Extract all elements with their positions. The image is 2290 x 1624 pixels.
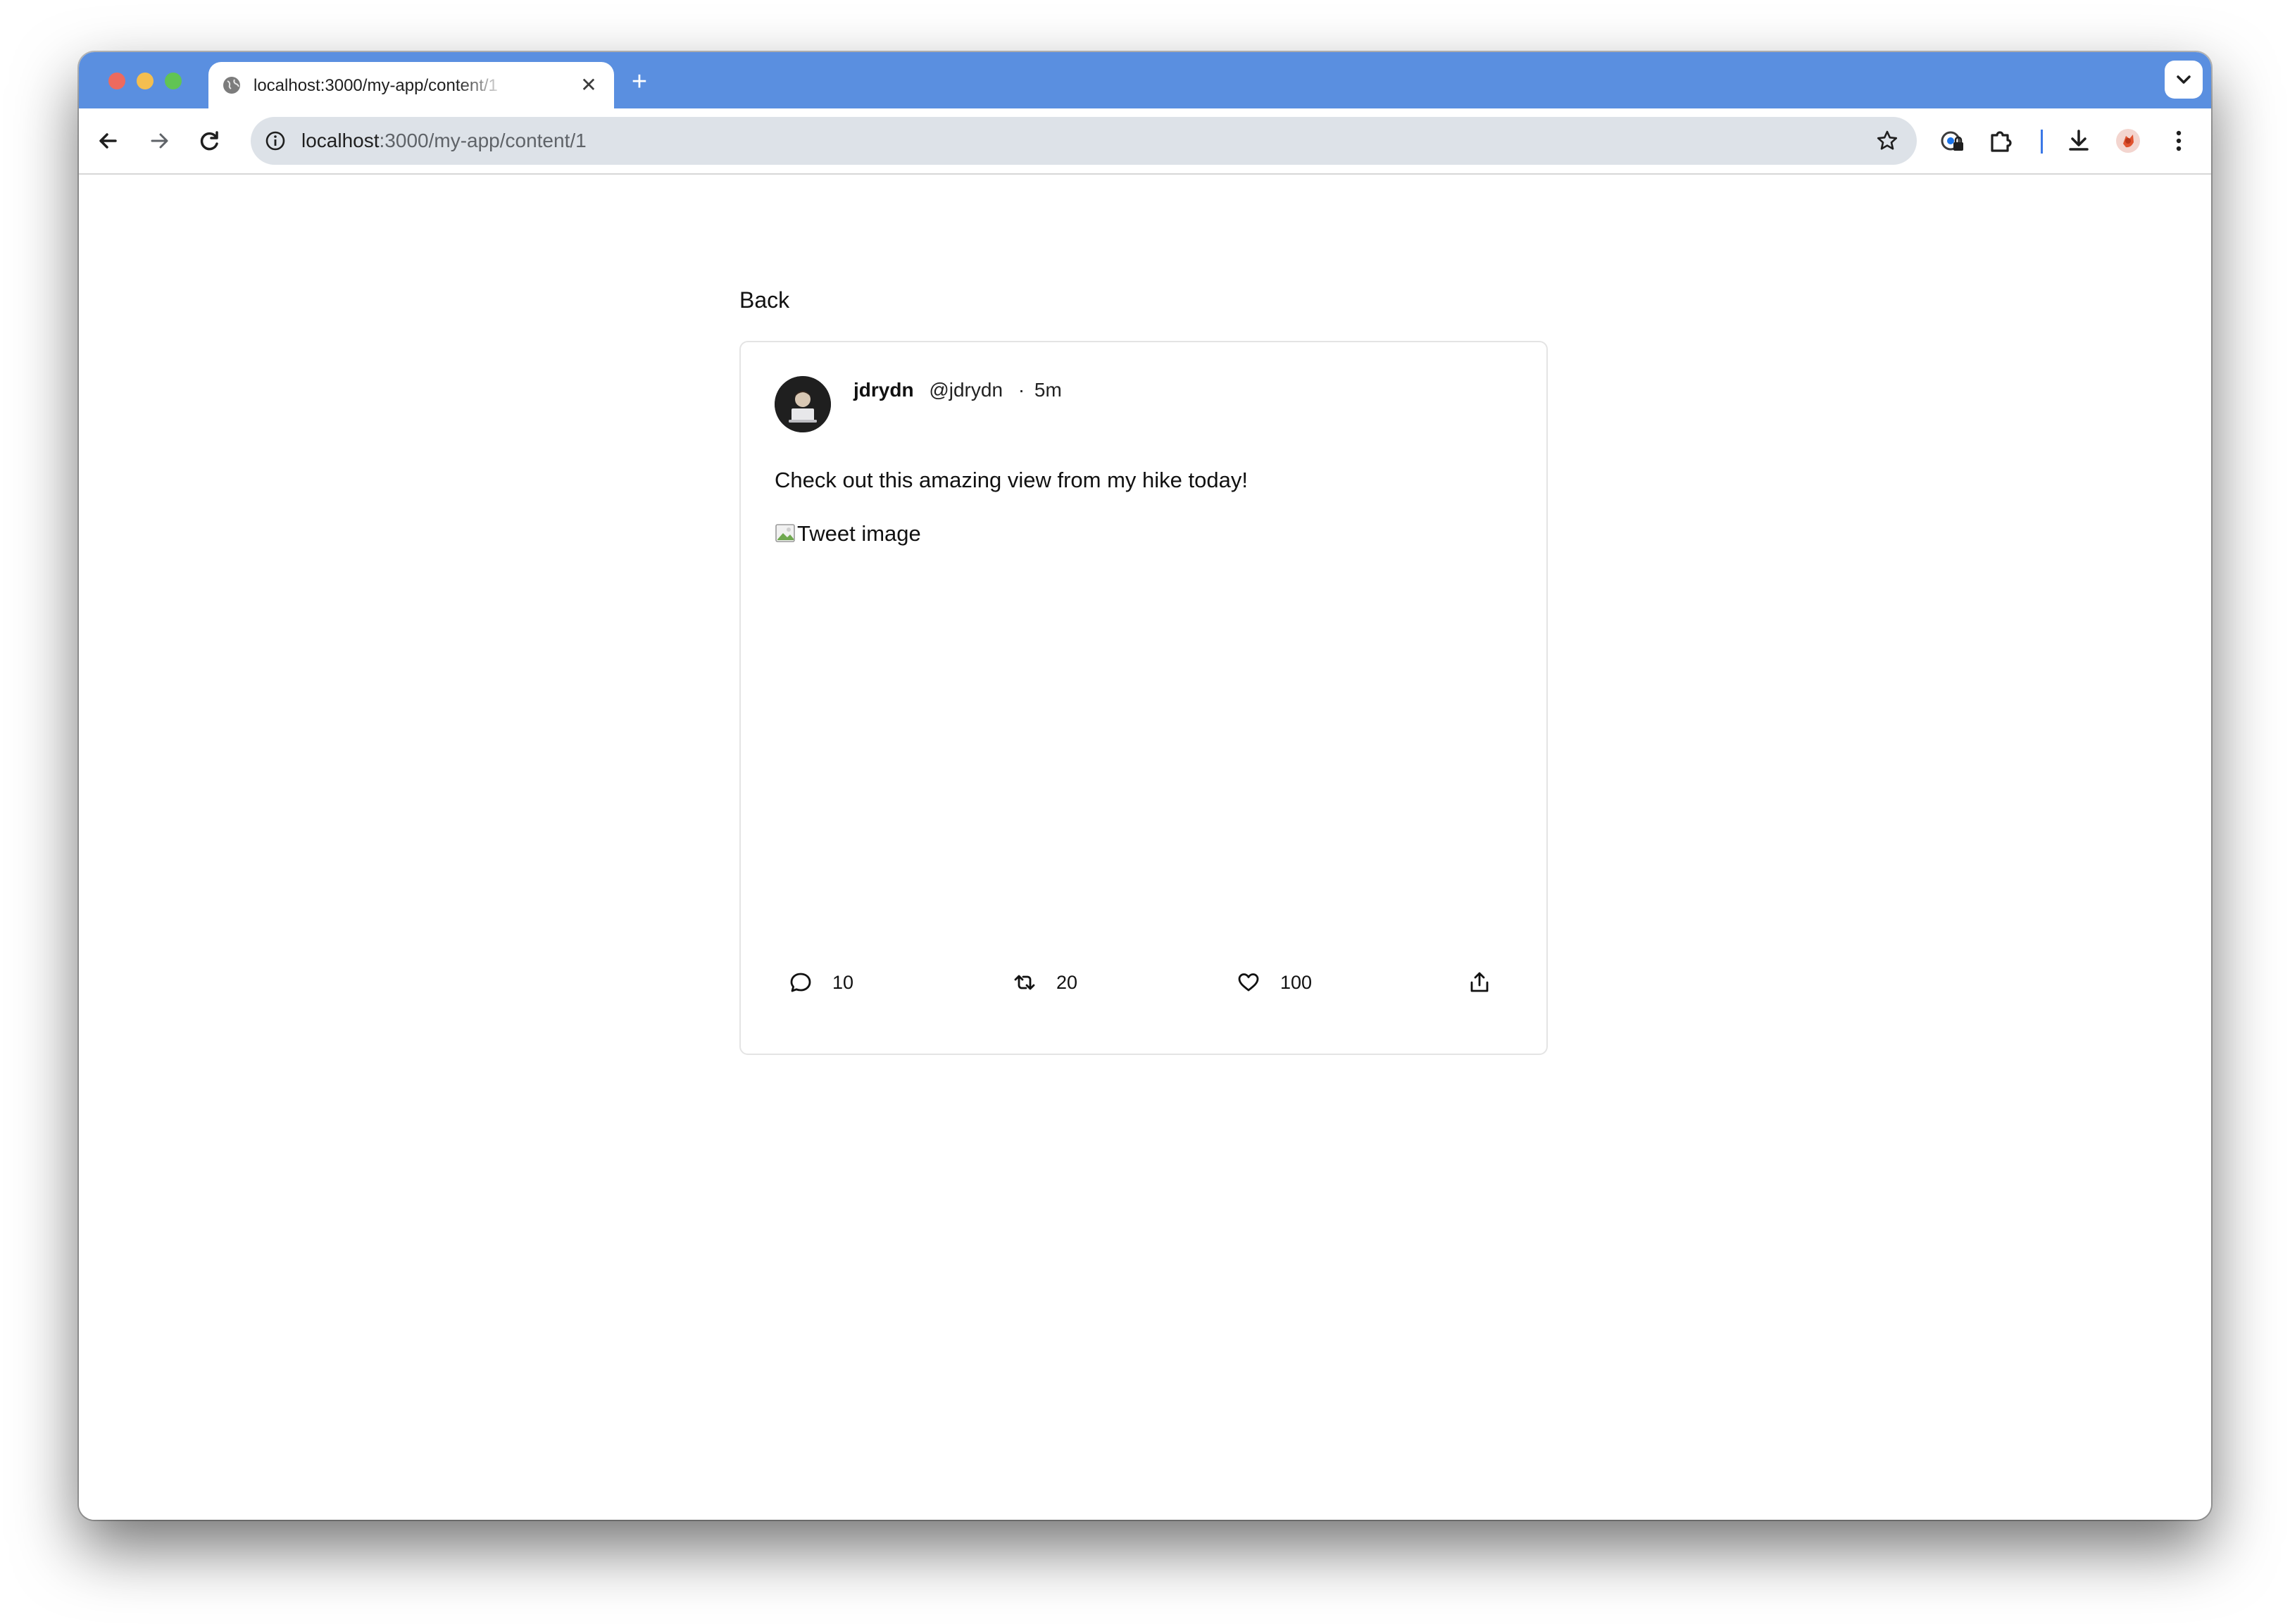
broken-image-icon [775,524,795,542]
tweet-image-alt: Tweet image [797,521,921,546]
toolbar-separator [2041,130,2043,154]
share-button[interactable] [1468,965,1491,1000]
heart-icon [1238,973,1259,992]
browser-toolbar: localhost:3000/my-app/content/1 [79,108,2211,175]
url-host: localhost [301,130,380,151]
maximize-window-button[interactable] [165,73,182,89]
tweet-actions: 10 20 100 [741,965,1549,1000]
share-icon [1470,972,1489,992]
tweet-card: jdrydn @jdrydn · 5m Check out this amazi… [739,341,1548,1055]
browser-window: localhost:3000/my-app/content/1 ✕ + loca… [79,52,2211,1520]
tweet-text: Check out this amazing view from my hike… [775,468,1248,492]
address-bar[interactable]: localhost:3000/my-app/content/1 [251,117,1917,165]
back-link[interactable]: Back [739,286,789,314]
url-path: :3000/my-app/content/1 [379,130,587,151]
arrow-left-icon[interactable] [93,125,124,156]
reload-icon[interactable] [194,125,225,156]
arrow-right-icon[interactable] [144,125,175,156]
retweet-icon [1014,975,1035,990]
star-icon[interactable] [1875,128,1900,154]
tab-close-icon[interactable]: ✕ [577,74,600,96]
globe-icon [223,77,240,94]
like-count: 100 [1280,972,1313,993]
page-content: Back jdrydn @jdrydn · 5m Check out this … [79,175,2211,1520]
password-key-icon[interactable] [1937,125,1967,156]
puzzle-icon[interactable] [1986,125,2017,156]
tab-title: localhost:3000/my-app/content/1 [254,76,498,95]
avatar[interactable] [775,376,831,432]
screenshot-scene: localhost:3000/my-app/content/1 ✕ + loca… [0,0,2290,1624]
retweet-button[interactable]: 20 [1013,965,1077,1000]
author-handle[interactable]: @jdrydn [929,379,1003,401]
chevron-down-icon [2177,75,2191,84]
browser-tab-active[interactable]: localhost:3000/my-app/content/1 ✕ [208,62,614,108]
like-button[interactable]: 100 [1237,965,1312,1000]
close-window-button[interactable] [108,73,125,89]
tab-search-button[interactable] [2165,61,2203,99]
author-name[interactable]: jdrydn [853,379,914,401]
kebab-menu-icon[interactable] [2163,125,2194,156]
retweet-count: 20 [1056,972,1078,993]
reply-button[interactable]: 10 [789,965,853,1000]
reply-count: 10 [832,972,854,993]
tab-strip: localhost:3000/my-app/content/1 ✕ + [79,52,2211,108]
tweet-timestamp: 5m [1034,379,1062,401]
meta-separator: · [1018,379,1025,401]
tweet-image[interactable]: Tweet image [775,518,1514,899]
tweet-author: jdrydn @jdrydn · 5m [853,377,1062,403]
reply-icon [790,973,811,992]
info-icon[interactable] [263,129,287,153]
minimize-window-button[interactable] [137,73,154,89]
url-text[interactable]: localhost:3000/my-app/content/1 [301,128,587,154]
profile-avatar-icon[interactable] [2113,125,2144,156]
new-tab-button[interactable]: + [625,68,653,96]
download-icon[interactable] [2063,125,2094,156]
avatar-illustration-icon [775,376,831,432]
